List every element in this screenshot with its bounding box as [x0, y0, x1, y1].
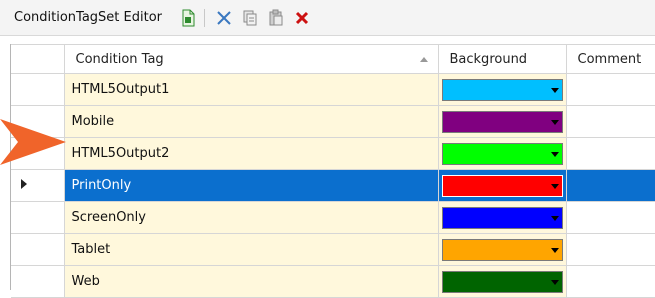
- chevron-down-icon[interactable]: [550, 151, 559, 157]
- chevron-down-icon[interactable]: [550, 247, 559, 253]
- condition-tag-cell[interactable]: HTML5Output2: [64, 137, 439, 170]
- current-row-pointer-icon: [21, 179, 27, 189]
- background-color-cell: [438, 265, 567, 298]
- background-color-dropdown[interactable]: [441, 78, 563, 101]
- chevron-down-icon[interactable]: [550, 119, 559, 125]
- column-header-label: Background: [449, 51, 528, 67]
- new-tag-icon: [182, 9, 195, 27]
- comment-cell[interactable]: [566, 169, 655, 202]
- grid-header-row: Condition Tag Background Comment: [11, 44, 655, 74]
- row-header[interactable]: [11, 73, 65, 106]
- background-color-dropdown[interactable]: [441, 142, 563, 165]
- table-row[interactable]: PrintOnly: [11, 169, 655, 202]
- comment-cell[interactable]: [566, 265, 655, 298]
- delete-icon: [295, 11, 309, 25]
- chevron-down-icon[interactable]: [550, 87, 559, 93]
- column-header-label: Condition Tag: [75, 51, 164, 67]
- background-color-cell: [438, 201, 567, 234]
- sort-ascending-icon: [419, 57, 428, 62]
- condition-tag-grid: Condition Tag Background Comment HTML5Ou…: [10, 44, 655, 298]
- column-header-background[interactable]: Background: [438, 44, 567, 74]
- grid-body: HTML5Output1 Mobile HTML5Output2 PrintOnly S…: [11, 73, 655, 298]
- comment-cell[interactable]: [566, 137, 655, 170]
- condition-tag-cell[interactable]: Mobile: [64, 105, 439, 138]
- cut-button[interactable]: [214, 8, 234, 28]
- background-color-dropdown[interactable]: [441, 206, 563, 229]
- paste-button[interactable]: [266, 8, 286, 28]
- condition-tag-cell[interactable]: Tablet: [64, 233, 439, 266]
- background-color-cell: [438, 137, 567, 170]
- chevron-down-icon[interactable]: [550, 183, 559, 189]
- background-color-dropdown[interactable]: [441, 110, 563, 133]
- column-header-label: Comment: [577, 51, 642, 67]
- condition-tag-cell[interactable]: Web: [64, 265, 439, 298]
- row-header[interactable]: [11, 169, 65, 202]
- background-color-cell: [438, 105, 567, 138]
- comment-cell[interactable]: [566, 73, 655, 106]
- background-color-cell: [438, 169, 567, 202]
- copy-button[interactable]: [240, 8, 260, 28]
- column-header-comment[interactable]: Comment: [566, 44, 655, 74]
- chevron-down-icon[interactable]: [550, 215, 559, 221]
- chevron-down-icon[interactable]: [550, 279, 559, 285]
- delete-button[interactable]: [292, 8, 312, 28]
- condition-tag-cell[interactable]: PrintOnly: [64, 169, 439, 202]
- row-header-corner: [11, 44, 65, 74]
- table-row[interactable]: HTML5Output1: [11, 73, 655, 106]
- paste-icon: [269, 9, 283, 26]
- condition-tag-cell[interactable]: HTML5Output1: [64, 73, 439, 106]
- background-color-cell: [438, 73, 567, 106]
- comment-cell[interactable]: [566, 201, 655, 234]
- callout-arrow-icon: [0, 119, 66, 165]
- table-row[interactable]: ScreenOnly: [11, 201, 655, 234]
- row-header[interactable]: [11, 233, 65, 266]
- background-color-dropdown[interactable]: [441, 238, 563, 261]
- new-tag-button[interactable]: [178, 8, 198, 28]
- row-header[interactable]: [11, 201, 65, 234]
- table-row[interactable]: Tablet: [11, 233, 655, 266]
- condition-tag-cell[interactable]: ScreenOnly: [64, 201, 439, 234]
- editor-title: ConditionTagSet Editor: [14, 10, 162, 25]
- comment-cell[interactable]: [566, 233, 655, 266]
- table-row[interactable]: Web: [11, 265, 655, 298]
- table-row[interactable]: HTML5Output2: [11, 137, 655, 170]
- table-row[interactable]: Mobile: [11, 105, 655, 138]
- condition-tagset-editor: ConditionTagSet Editor Condition Tag Bac…: [0, 0, 655, 298]
- copy-icon: [243, 10, 257, 26]
- editor-toolbar: ConditionTagSet Editor: [0, 0, 655, 36]
- column-header-condition-tag[interactable]: Condition Tag: [64, 44, 439, 74]
- background-color-dropdown[interactable]: [441, 174, 563, 197]
- comment-cell[interactable]: [566, 105, 655, 138]
- cut-icon: [217, 11, 231, 25]
- background-color-cell: [438, 233, 567, 266]
- toolbar-separator: [204, 9, 205, 27]
- row-header[interactable]: [11, 265, 65, 298]
- background-color-dropdown[interactable]: [441, 270, 563, 293]
